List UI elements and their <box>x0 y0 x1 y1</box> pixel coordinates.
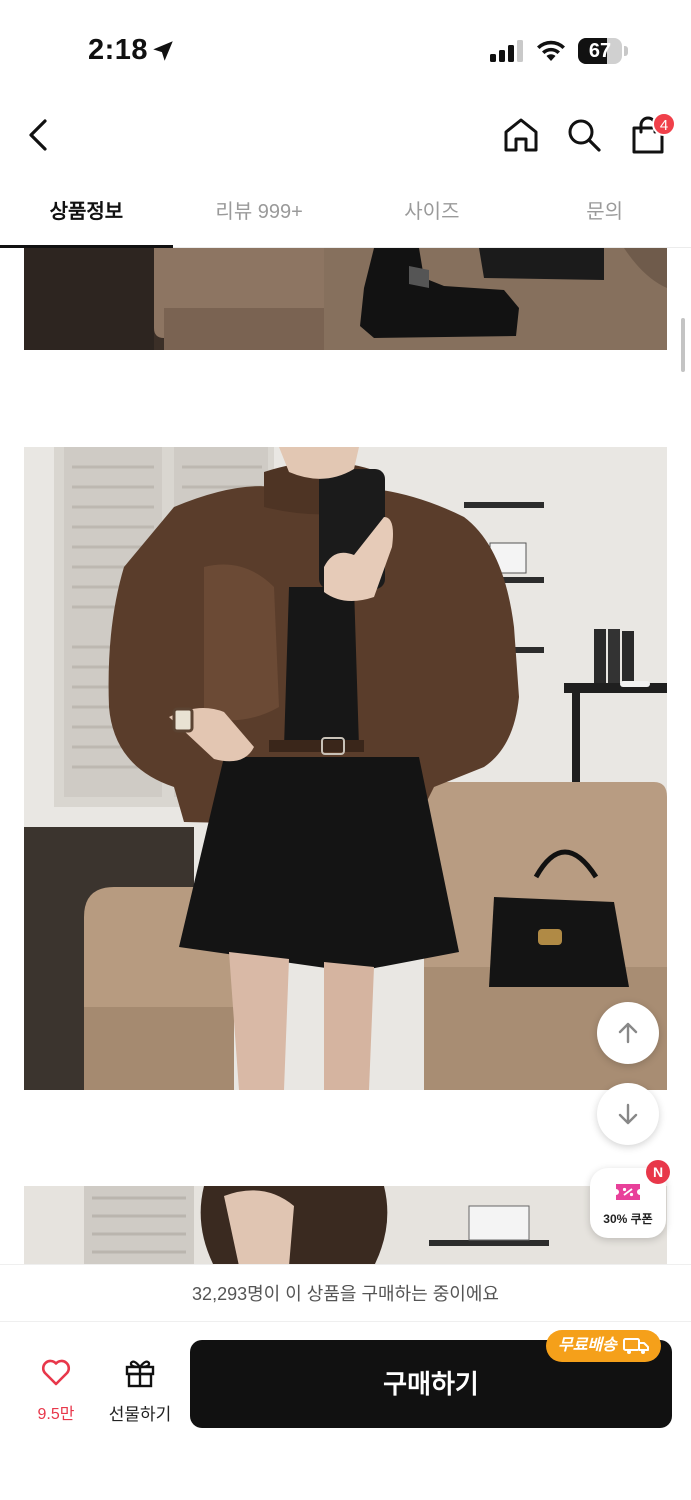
free-shipping-label: 무료배송 <box>558 1337 617 1354</box>
arrow-up-icon <box>618 1022 638 1044</box>
search-button[interactable] <box>562 112 606 158</box>
scroll-to-top-button[interactable] <box>597 1002 659 1064</box>
like-button[interactable]: 9.5만 <box>26 1354 86 1424</box>
heart-icon <box>42 1359 70 1386</box>
search-icon <box>568 119 601 152</box>
gift-label: 선물하기 <box>108 1405 172 1424</box>
location-arrow-icon <box>153 41 173 61</box>
status-bar: 2:18 67 <box>0 0 691 100</box>
gift-icon <box>125 1360 155 1388</box>
product-photo-top <box>24 248 667 350</box>
delivery-truck-icon <box>622 1338 649 1354</box>
arrow-down-icon <box>618 1103 638 1125</box>
tab-inquiry[interactable]: 문의 <box>518 180 691 247</box>
home-button[interactable] <box>498 112 544 158</box>
product-photo-main <box>24 447 667 1090</box>
gift-button[interactable]: 선물하기 <box>102 1354 178 1424</box>
wifi-icon <box>537 40 565 61</box>
chevron-left-icon <box>29 119 47 151</box>
battery-indicator: 67 <box>578 38 628 64</box>
coupon-ticket-icon <box>616 1184 640 1200</box>
cart-count-badge: 4 <box>652 112 676 136</box>
free-shipping-badge: 무료배송 <box>546 1330 661 1362</box>
purchasing-now-banner: 32,293명이 이 상품을 구매하는 중이에요 <box>0 1264 691 1322</box>
like-count: 9.5만 <box>37 1406 75 1423</box>
nav-bar: 4 <box>0 100 691 172</box>
new-badge: N <box>646 1160 670 1184</box>
back-button[interactable] <box>18 112 58 158</box>
cellular-signal-icon <box>490 40 523 62</box>
tab-product-info[interactable]: 상품정보 <box>0 180 173 248</box>
scroll-to-bottom-button[interactable] <box>597 1083 659 1145</box>
battery-percent: 67 <box>588 40 612 62</box>
scroll-indicator[interactable] <box>681 318 685 372</box>
home-icon <box>504 118 538 152</box>
shopping-bag-button[interactable]: 4 <box>624 110 676 160</box>
tab-reviews[interactable]: 리뷰 999+ <box>173 180 346 247</box>
product-photo-next <box>24 1186 667 1264</box>
status-time: 2:18 <box>88 34 149 66</box>
tab-size[interactable]: 사이즈 <box>346 180 519 247</box>
product-tabs: 상품정보 리뷰 999+ 사이즈 문의 <box>0 180 691 248</box>
coupon-label: 30% 쿠폰 <box>603 1212 653 1226</box>
product-detail-content[interactable] <box>0 248 691 1264</box>
